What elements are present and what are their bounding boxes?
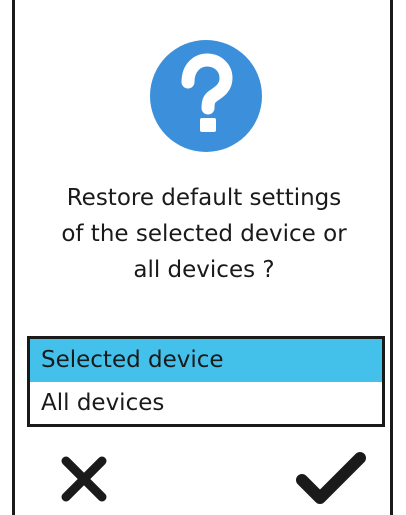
confirm-button[interactable]	[294, 450, 366, 506]
prompt-line: of the selected device or	[61, 221, 347, 247]
checkmark-icon	[296, 452, 366, 504]
option-selected-device[interactable]: Selected device	[30, 339, 382, 382]
prompt-line: all devices ?	[133, 257, 275, 283]
dialog-screen: Restore default settings of the selected…	[0, 0, 406, 515]
prompt-line: Restore default settings	[66, 185, 342, 211]
device-option-list: Selected device All devices	[27, 336, 385, 427]
screen-border-right	[390, 0, 393, 515]
screen-border-left	[12, 0, 15, 515]
dialog-prompt: Restore default settings of the selected…	[22, 180, 386, 288]
option-all-devices[interactable]: All devices	[30, 381, 382, 424]
close-icon	[61, 456, 107, 502]
help-question-icon	[150, 40, 262, 152]
cancel-button[interactable]	[58, 455, 110, 503]
